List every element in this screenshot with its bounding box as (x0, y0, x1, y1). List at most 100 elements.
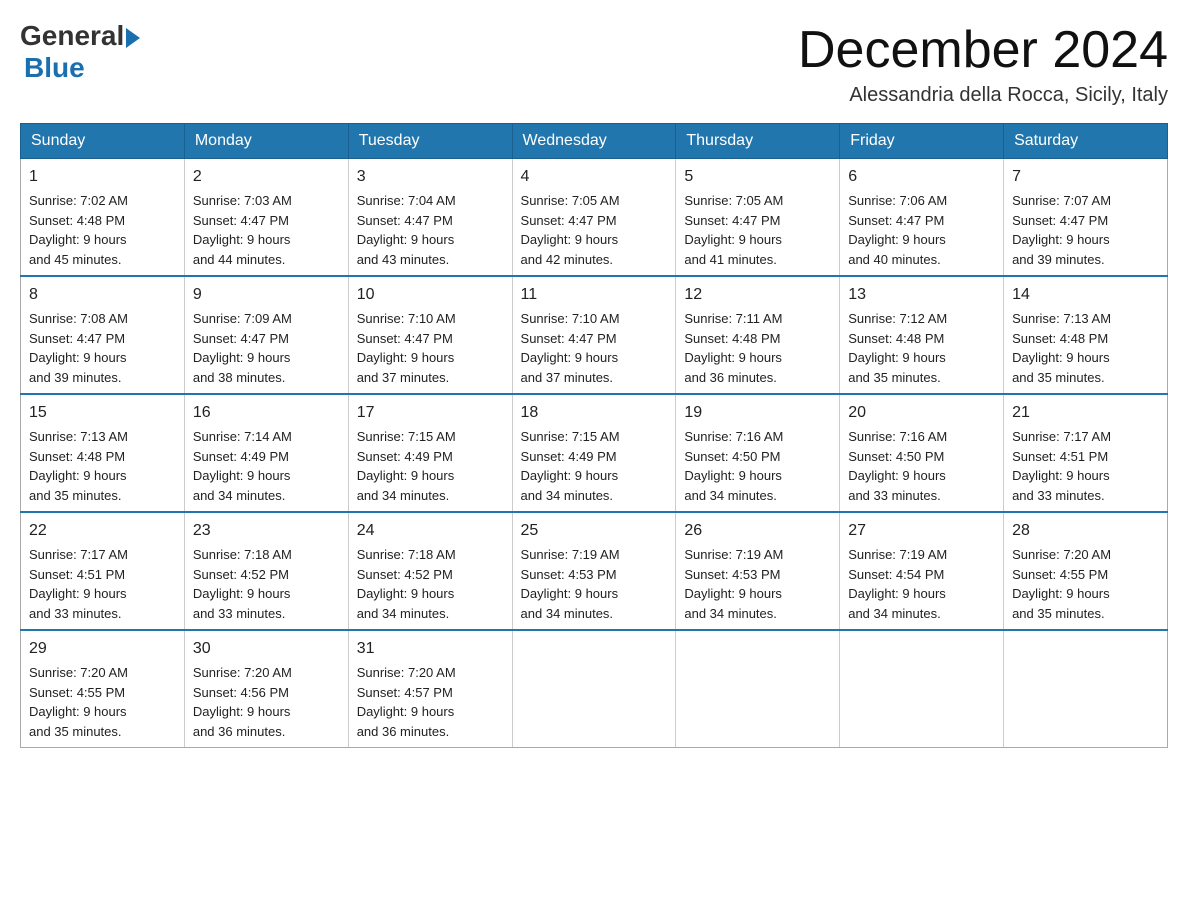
calendar-week-row: 15 Sunrise: 7:13 AMSunset: 4:48 PMDaylig… (21, 394, 1168, 512)
day-number: 18 (521, 401, 668, 425)
location-subtitle: Alessandria della Rocca, Sicily, Italy (798, 84, 1168, 107)
table-row: 20 Sunrise: 7:16 AMSunset: 4:50 PMDaylig… (840, 394, 1004, 512)
day-info: Sunrise: 7:05 AMSunset: 4:47 PMDaylight:… (521, 193, 620, 267)
day-info: Sunrise: 7:17 AMSunset: 4:51 PMDaylight:… (29, 547, 128, 621)
day-number: 17 (357, 401, 504, 425)
table-row: 28 Sunrise: 7:20 AMSunset: 4:55 PMDaylig… (1004, 512, 1168, 630)
day-info: Sunrise: 7:04 AMSunset: 4:47 PMDaylight:… (357, 193, 456, 267)
table-row: 22 Sunrise: 7:17 AMSunset: 4:51 PMDaylig… (21, 512, 185, 630)
col-header-saturday: Saturday (1004, 124, 1168, 159)
day-info: Sunrise: 7:10 AMSunset: 4:47 PMDaylight:… (521, 311, 620, 385)
col-header-friday: Friday (840, 124, 1004, 159)
day-info: Sunrise: 7:20 AMSunset: 4:55 PMDaylight:… (29, 665, 128, 739)
day-info: Sunrise: 7:17 AMSunset: 4:51 PMDaylight:… (1012, 429, 1111, 503)
table-row: 1 Sunrise: 7:02 AMSunset: 4:48 PMDayligh… (21, 159, 185, 277)
day-number: 6 (848, 165, 995, 189)
day-info: Sunrise: 7:09 AMSunset: 4:47 PMDaylight:… (193, 311, 292, 385)
table-row: 31 Sunrise: 7:20 AMSunset: 4:57 PMDaylig… (348, 630, 512, 748)
day-number: 3 (357, 165, 504, 189)
day-info: Sunrise: 7:20 AMSunset: 4:57 PMDaylight:… (357, 665, 456, 739)
day-info: Sunrise: 7:13 AMSunset: 4:48 PMDaylight:… (1012, 311, 1111, 385)
table-row: 4 Sunrise: 7:05 AMSunset: 4:47 PMDayligh… (512, 159, 676, 277)
table-row: 6 Sunrise: 7:06 AMSunset: 4:47 PMDayligh… (840, 159, 1004, 277)
day-info: Sunrise: 7:20 AMSunset: 4:55 PMDaylight:… (1012, 547, 1111, 621)
day-number: 10 (357, 283, 504, 307)
calendar-table: Sunday Monday Tuesday Wednesday Thursday… (20, 123, 1168, 748)
calendar-week-row: 22 Sunrise: 7:17 AMSunset: 4:51 PMDaylig… (21, 512, 1168, 630)
day-number: 15 (29, 401, 176, 425)
day-info: Sunrise: 7:20 AMSunset: 4:56 PMDaylight:… (193, 665, 292, 739)
day-number: 8 (29, 283, 176, 307)
day-number: 30 (193, 637, 340, 661)
table-row (676, 630, 840, 748)
day-info: Sunrise: 7:19 AMSunset: 4:54 PMDaylight:… (848, 547, 947, 621)
day-number: 29 (29, 637, 176, 661)
table-row: 29 Sunrise: 7:20 AMSunset: 4:55 PMDaylig… (21, 630, 185, 748)
day-info: Sunrise: 7:10 AMSunset: 4:47 PMDaylight:… (357, 311, 456, 385)
day-number: 7 (1012, 165, 1159, 189)
table-row: 15 Sunrise: 7:13 AMSunset: 4:48 PMDaylig… (21, 394, 185, 512)
table-row: 3 Sunrise: 7:04 AMSunset: 4:47 PMDayligh… (348, 159, 512, 277)
day-number: 4 (521, 165, 668, 189)
header-row: Sunday Monday Tuesday Wednesday Thursday… (21, 124, 1168, 159)
logo: General Blue (20, 20, 140, 84)
day-number: 19 (684, 401, 831, 425)
day-info: Sunrise: 7:15 AMSunset: 4:49 PMDaylight:… (357, 429, 456, 503)
day-number: 11 (521, 283, 668, 307)
day-info: Sunrise: 7:12 AMSunset: 4:48 PMDaylight:… (848, 311, 947, 385)
day-info: Sunrise: 7:02 AMSunset: 4:48 PMDaylight:… (29, 193, 128, 267)
title-block: December 2024 Alessandria della Rocca, S… (798, 20, 1168, 107)
table-row: 14 Sunrise: 7:13 AMSunset: 4:48 PMDaylig… (1004, 276, 1168, 394)
table-row: 30 Sunrise: 7:20 AMSunset: 4:56 PMDaylig… (184, 630, 348, 748)
day-number: 31 (357, 637, 504, 661)
day-info: Sunrise: 7:06 AMSunset: 4:47 PMDaylight:… (848, 193, 947, 267)
table-row (840, 630, 1004, 748)
table-row: 23 Sunrise: 7:18 AMSunset: 4:52 PMDaylig… (184, 512, 348, 630)
day-info: Sunrise: 7:18 AMSunset: 4:52 PMDaylight:… (357, 547, 456, 621)
col-header-tuesday: Tuesday (348, 124, 512, 159)
calendar-week-row: 8 Sunrise: 7:08 AMSunset: 4:47 PMDayligh… (21, 276, 1168, 394)
day-number: 28 (1012, 519, 1159, 543)
table-row: 2 Sunrise: 7:03 AMSunset: 4:47 PMDayligh… (184, 159, 348, 277)
page-header: General Blue December 2024 Alessandria d… (20, 20, 1168, 107)
day-info: Sunrise: 7:18 AMSunset: 4:52 PMDaylight:… (193, 547, 292, 621)
day-number: 26 (684, 519, 831, 543)
day-number: 27 (848, 519, 995, 543)
table-row (1004, 630, 1168, 748)
day-info: Sunrise: 7:07 AMSunset: 4:47 PMDaylight:… (1012, 193, 1111, 267)
col-header-wednesday: Wednesday (512, 124, 676, 159)
table-row (512, 630, 676, 748)
table-row: 25 Sunrise: 7:19 AMSunset: 4:53 PMDaylig… (512, 512, 676, 630)
day-number: 9 (193, 283, 340, 307)
day-number: 13 (848, 283, 995, 307)
day-info: Sunrise: 7:13 AMSunset: 4:48 PMDaylight:… (29, 429, 128, 503)
table-row: 18 Sunrise: 7:15 AMSunset: 4:49 PMDaylig… (512, 394, 676, 512)
table-row: 27 Sunrise: 7:19 AMSunset: 4:54 PMDaylig… (840, 512, 1004, 630)
logo-arrow-icon (126, 28, 140, 48)
day-number: 24 (357, 519, 504, 543)
logo-blue-text: Blue (24, 52, 85, 84)
day-info: Sunrise: 7:14 AMSunset: 4:49 PMDaylight:… (193, 429, 292, 503)
table-row: 26 Sunrise: 7:19 AMSunset: 4:53 PMDaylig… (676, 512, 840, 630)
table-row: 7 Sunrise: 7:07 AMSunset: 4:47 PMDayligh… (1004, 159, 1168, 277)
day-number: 12 (684, 283, 831, 307)
day-info: Sunrise: 7:19 AMSunset: 4:53 PMDaylight:… (684, 547, 783, 621)
day-number: 5 (684, 165, 831, 189)
table-row: 11 Sunrise: 7:10 AMSunset: 4:47 PMDaylig… (512, 276, 676, 394)
day-info: Sunrise: 7:15 AMSunset: 4:49 PMDaylight:… (521, 429, 620, 503)
col-header-thursday: Thursday (676, 124, 840, 159)
table-row: 16 Sunrise: 7:14 AMSunset: 4:49 PMDaylig… (184, 394, 348, 512)
day-number: 1 (29, 165, 176, 189)
day-number: 22 (29, 519, 176, 543)
calendar-week-row: 1 Sunrise: 7:02 AMSunset: 4:48 PMDayligh… (21, 159, 1168, 277)
table-row: 10 Sunrise: 7:10 AMSunset: 4:47 PMDaylig… (348, 276, 512, 394)
day-info: Sunrise: 7:08 AMSunset: 4:47 PMDaylight:… (29, 311, 128, 385)
table-row: 24 Sunrise: 7:18 AMSunset: 4:52 PMDaylig… (348, 512, 512, 630)
table-row: 8 Sunrise: 7:08 AMSunset: 4:47 PMDayligh… (21, 276, 185, 394)
logo-general-text: General (20, 20, 124, 52)
day-number: 2 (193, 165, 340, 189)
col-header-sunday: Sunday (21, 124, 185, 159)
day-info: Sunrise: 7:11 AMSunset: 4:48 PMDaylight:… (684, 311, 782, 385)
day-info: Sunrise: 7:03 AMSunset: 4:47 PMDaylight:… (193, 193, 292, 267)
day-info: Sunrise: 7:19 AMSunset: 4:53 PMDaylight:… (521, 547, 620, 621)
